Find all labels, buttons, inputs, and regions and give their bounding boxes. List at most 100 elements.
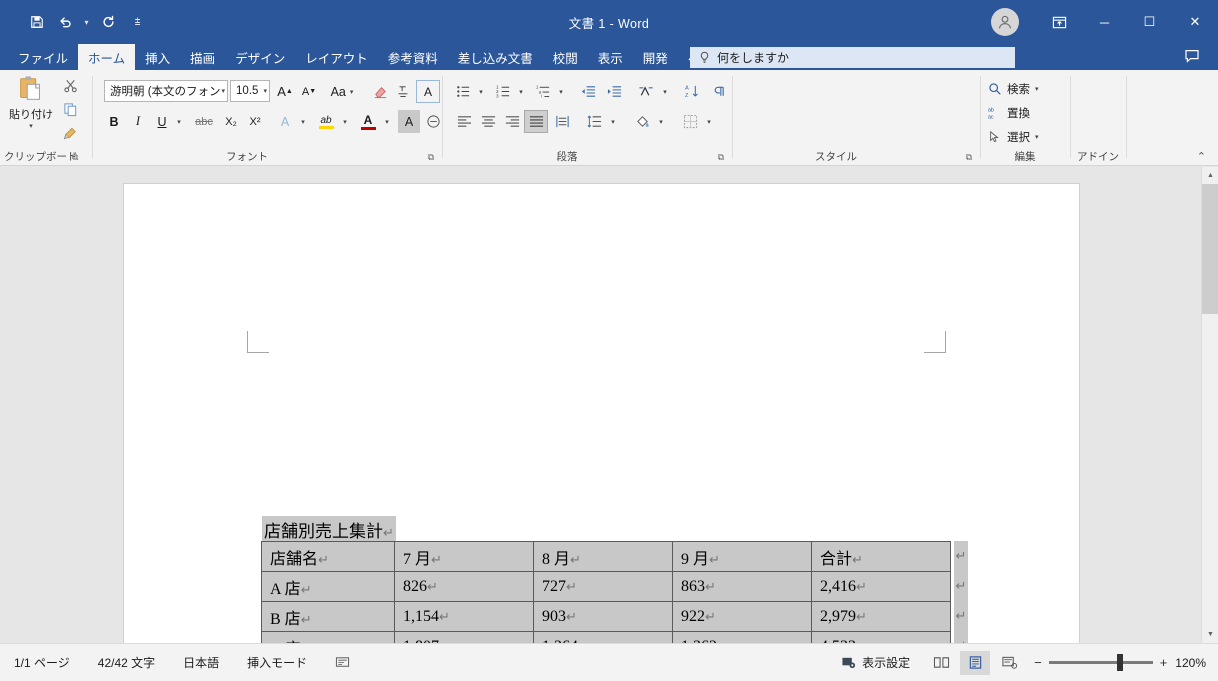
display-settings-button[interactable]: 表示設定 <box>827 654 924 671</box>
character-border-button[interactable]: A <box>416 80 440 103</box>
document-heading[interactable]: 店舗別売上集計↵ <box>262 516 396 543</box>
table-cell[interactable]: C 店↵ <box>261 631 395 643</box>
vertical-scrollbar[interactable]: ▲ ▼ <box>1201 167 1218 643</box>
table-cell[interactable]: 1,154↵ <box>394 601 534 632</box>
styles-dialog-launcher[interactable]: ⧉ <box>966 152 972 163</box>
find-button[interactable]: 検索 ▾ <box>988 78 1039 99</box>
table-cell[interactable]: 2,979↵ <box>811 601 951 632</box>
proofing-icon[interactable] <box>321 655 364 670</box>
save-icon[interactable] <box>24 9 50 35</box>
line-spacing-button[interactable] <box>582 110 606 133</box>
word-count[interactable]: 42/42 文字 <box>84 654 169 671</box>
phonetic-guide-button[interactable] <box>392 80 414 103</box>
clear-formatting-button[interactable] <box>368 80 392 103</box>
undo-dropdown-icon[interactable]: ▾ <box>80 18 93 27</box>
scroll-up-button[interactable]: ▲ <box>1202 167 1218 184</box>
redo-icon[interactable] <box>95 9 121 35</box>
clipboard-dialog-launcher[interactable]: ⧉ <box>72 152 78 163</box>
bullets-button[interactable] <box>452 80 474 103</box>
numbering-dropdown-button[interactable]: ▾ <box>514 80 528 103</box>
table-cell[interactable]: 863↵ <box>672 571 812 602</box>
chevron-down-icon[interactable]: ▾ <box>1035 85 1039 93</box>
zoom-level[interactable]: 120% <box>1175 656 1218 670</box>
enclose-characters-button[interactable] <box>422 110 444 133</box>
tab-draw[interactable]: 描画 <box>180 44 225 70</box>
multilevel-dropdown-button[interactable]: ▾ <box>554 80 568 103</box>
text-highlight-color-button[interactable]: ab <box>314 110 338 133</box>
chevron-down-icon[interactable]: ▾ <box>263 87 267 95</box>
multilevel-list-button[interactable]: 1ai <box>532 80 554 103</box>
tab-review[interactable]: 校閲 <box>543 44 588 70</box>
text-effects-button[interactable]: A <box>274 110 296 133</box>
document-area[interactable]: 店舗別売上集計↵ 店舗名↵ 7 月↵ 8 月↵ 9 月↵ 合計↵ A 店↵ 82… <box>0 167 1218 643</box>
tab-design[interactable]: デザイン <box>225 44 295 70</box>
table-cell[interactable]: A 店↵ <box>261 571 395 602</box>
sort-button[interactable]: AZ <box>680 80 704 103</box>
numbering-button[interactable]: 123 <box>492 80 514 103</box>
table-cell[interactable]: 1,362↵ <box>672 631 812 643</box>
table-cell[interactable]: 9 月↵ <box>672 541 812 572</box>
text-effects-dropdown-button[interactable]: ▾ <box>296 110 310 133</box>
font-size-combo[interactable]: 10.5 ▾ <box>230 80 270 102</box>
table-row[interactable]: A 店↵ 826↵ 727↵ 863↵ 2,416↵ <box>261 571 951 602</box>
zoom-thumb[interactable] <box>1116 654 1123 671</box>
format-painter-button[interactable] <box>58 122 82 144</box>
show-formatting-marks-button[interactable] <box>706 80 730 103</box>
bullets-dropdown-button[interactable]: ▾ <box>474 80 488 103</box>
align-left-button[interactable] <box>452 110 476 133</box>
account-avatar-icon[interactable] <box>991 8 1019 36</box>
table-cell[interactable]: 2,416↵ <box>811 571 951 602</box>
page-indicator[interactable]: 1/1 ページ <box>0 654 84 671</box>
table-cell[interactable]: 7 月↵ <box>394 541 534 572</box>
japanese-layout-button[interactable] <box>634 80 658 103</box>
superscript-button[interactable]: X² <box>244 110 266 133</box>
italic-button[interactable]: I <box>128 110 148 133</box>
paragraph-dialog-launcher[interactable]: ⧉ <box>718 152 724 163</box>
table-cell[interactable]: 903↵ <box>533 601 673 632</box>
table-cell[interactable]: 826↵ <box>394 571 534 602</box>
table-cell[interactable]: 727↵ <box>533 571 673 602</box>
shading-button[interactable] <box>630 110 654 133</box>
tab-layout[interactable]: レイアウト <box>295 44 378 70</box>
document-table[interactable]: 店舗名↵ 7 月↵ 8 月↵ 9 月↵ 合計↵ A 店↵ 826↵ 727↵ 8… <box>261 541 951 643</box>
table-cell[interactable]: B 店↵ <box>261 601 395 632</box>
align-right-button[interactable] <box>500 110 524 133</box>
borders-button[interactable] <box>678 110 702 133</box>
zoom-track[interactable] <box>1048 654 1153 671</box>
select-button[interactable]: 選択 ▾ <box>988 126 1039 147</box>
comments-icon[interactable] <box>1184 48 1200 69</box>
close-button[interactable]: ✕ <box>1172 0 1218 44</box>
tab-references[interactable]: 参考資料 <box>378 44 448 70</box>
table-cell[interactable]: 1,364↵ <box>533 631 673 643</box>
zoom-in-button[interactable]: + <box>1160 655 1168 670</box>
overflow-icon[interactable]: ⩲ <box>131 17 144 28</box>
table-row[interactable]: C 店↵ 1,807↵ 1,364↵ 1,362↵ 4,533↵ <box>261 631 951 643</box>
table-cell[interactable]: 合計↵ <box>811 541 951 572</box>
language-indicator[interactable]: 日本語 <box>169 654 233 671</box>
table-cell[interactable]: 922↵ <box>672 601 812 632</box>
font-color-button[interactable]: A <box>356 110 380 133</box>
undo-icon[interactable] <box>52 9 78 35</box>
change-case-button[interactable]: Aa ▾ <box>324 80 360 103</box>
table-cell[interactable]: 1,807↵ <box>394 631 534 643</box>
bold-button[interactable]: B <box>104 110 124 133</box>
align-center-button[interactable] <box>476 110 500 133</box>
maximize-button[interactable]: ☐ <box>1127 0 1172 44</box>
minimize-button[interactable]: ─ <box>1082 0 1127 44</box>
chevron-down-icon[interactable]: ▾ <box>221 87 225 95</box>
copy-button[interactable] <box>58 98 82 120</box>
tab-mailings[interactable]: 差し込み文書 <box>448 44 543 70</box>
font-color-dropdown-button[interactable]: ▾ <box>380 110 394 133</box>
table-row[interactable]: 店舗名↵ 7 月↵ 8 月↵ 9 月↵ 合計↵ <box>261 541 951 572</box>
web-layout-button[interactable] <box>994 651 1024 675</box>
zoom-slider[interactable]: − + <box>1034 654 1168 671</box>
table-row[interactable]: B 店↵ 1,154↵ 903↵ 922↵ 2,979↵ <box>261 601 951 632</box>
table-cell[interactable]: 4,533↵ <box>811 631 951 643</box>
scrollbar-thumb[interactable] <box>1202 184 1218 314</box>
paste-button[interactable]: 貼り付け ▾ <box>8 74 54 148</box>
table-cell[interactable]: 8 月↵ <box>533 541 673 572</box>
japanese-layout-dropdown-button[interactable]: ▾ <box>658 80 672 103</box>
tab-home[interactable]: ホーム <box>78 44 136 70</box>
subscript-button[interactable]: X₂ <box>220 110 242 133</box>
tab-insert[interactable]: 挿入 <box>135 44 180 70</box>
